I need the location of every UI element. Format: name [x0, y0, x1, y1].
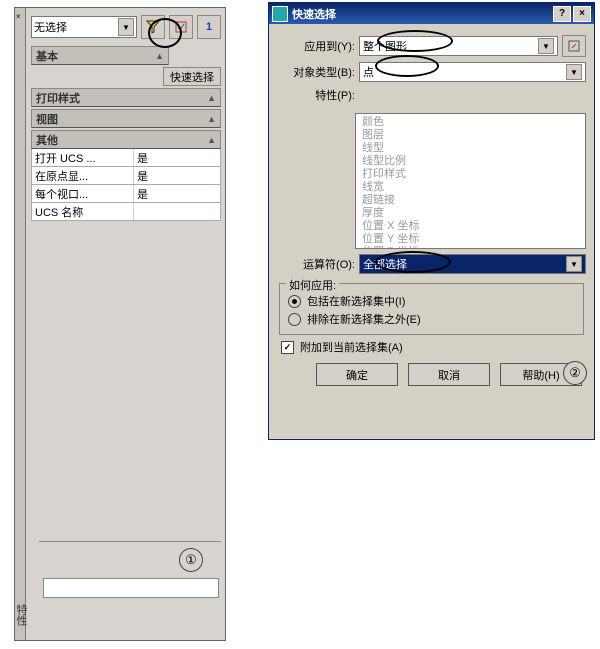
prop-row[interactable]: 打开 UCS ...是: [31, 149, 221, 167]
section-other[interactable]: 其他▲: [31, 130, 221, 149]
dialog-title: 快速选择: [292, 6, 336, 22]
append-checkbox[interactable]: ✓附加到当前选择集(A): [281, 339, 582, 355]
filter-icon[interactable]: [141, 15, 165, 39]
object-type-label: 对象类型(B):: [277, 64, 359, 80]
prop-row[interactable]: UCS 名称: [31, 203, 221, 221]
quick-select-icon[interactable]: [169, 15, 193, 39]
select-objects-icon[interactable]: [562, 35, 586, 57]
prop-row[interactable]: 每个视口...是: [31, 185, 221, 203]
operator-combo[interactable]: 全部选择▼: [359, 254, 586, 274]
cancel-button[interactable]: 取消: [408, 363, 490, 386]
properties-listbox[interactable]: 颜色图层 线型线型比例 打印样式线宽 超链接厚度 位置 X 坐标位置 Y 坐标 …: [355, 113, 586, 249]
annotation-badge-2: ②: [563, 361, 587, 385]
operator-label: 运算符(O):: [277, 256, 359, 272]
properties-palette: × 特性 无选择▼ 1 基本▲ 快速选择 打印样式▲: [14, 7, 226, 641]
palette-grip[interactable]: ×: [15, 8, 26, 640]
apply-to-label: 应用到(Y):: [277, 38, 359, 54]
quick-calc-input[interactable]: [43, 578, 219, 598]
toggle-pim-icon[interactable]: 1: [197, 15, 221, 39]
quick-select-dialog: 快速选择 ? × 应用到(Y): 整个图形▼ 对象类型(B): 点▼ 特性(P)…: [268, 2, 595, 440]
help-button[interactable]: ?: [553, 6, 571, 22]
quick-select-button[interactable]: 快速选择: [163, 67, 221, 86]
selection-combo[interactable]: 无选择▼: [31, 16, 137, 38]
properties-label: 特性(P):: [277, 87, 359, 103]
object-type-combo[interactable]: 点▼: [359, 62, 586, 82]
titlebar[interactable]: 快速选择 ? ×: [269, 3, 594, 24]
annotation-badge-1: ①: [179, 548, 203, 572]
section-print-style[interactable]: 打印样式▲: [31, 88, 221, 107]
ok-button[interactable]: 确定: [316, 363, 398, 386]
close-button[interactable]: ×: [573, 6, 591, 22]
apply-to-combo[interactable]: 整个图形▼: [359, 36, 558, 56]
divider: [39, 541, 221, 542]
app-icon: [272, 6, 288, 22]
section-basic[interactable]: 基本▲: [31, 46, 169, 65]
how-apply-group: 如何应用: 包括在新选择集中(I) 排除在新选择集之外(E): [279, 283, 584, 335]
section-view[interactable]: 视图▲: [31, 109, 221, 128]
radio-exclude[interactable]: 排除在新选择集之外(E): [288, 310, 575, 328]
radio-include[interactable]: 包括在新选择集中(I): [288, 292, 575, 310]
prop-row[interactable]: 在原点显...是: [31, 167, 221, 185]
